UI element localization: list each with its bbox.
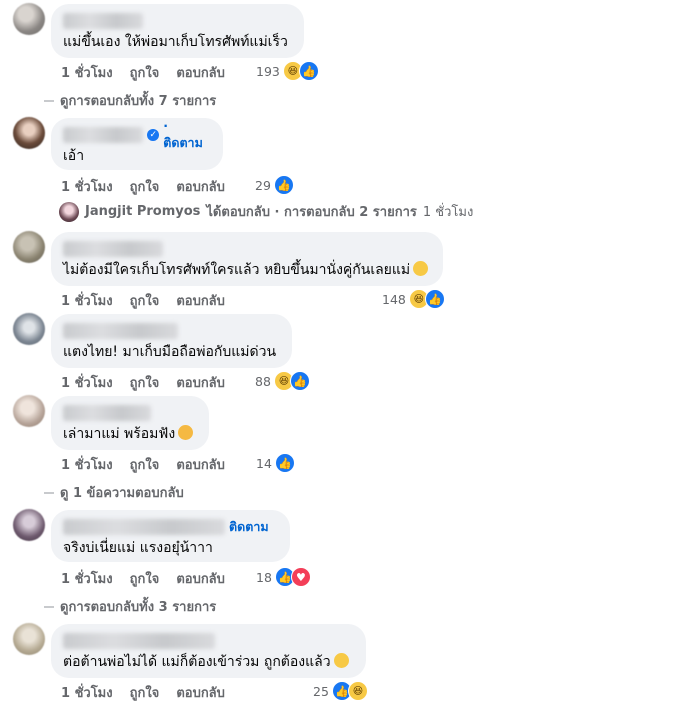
commenter-name[interactable] [63,127,144,143]
reaction-summary[interactable]: 88 😆 👍 [255,371,310,391]
reply-button[interactable]: ตอบกลับ [176,176,225,197]
reply-button[interactable]: ตอบกลับ [176,568,225,589]
commenter-name[interactable] [63,405,151,421]
comment-text: จริงบ่เนี่ยแม่ แรงอยุ๋น้าาา [63,540,213,556]
grinning-emoji-icon [413,261,429,276]
reply-button[interactable]: ตอบกลับ [176,62,225,83]
follow-button[interactable]: ติดตาม [229,517,269,537]
view-replies-label: ดูการตอบกลับทั้ง 3 รายการ [60,600,217,615]
reaction-count: 148 [382,291,406,307]
like-button[interactable]: ถูกใจ [130,290,160,311]
reply-connector [44,605,54,608]
reaction-summary[interactable]: 25 👍 😆 [313,681,368,701]
rofl-emoji-icon [333,653,349,668]
reaction-summary[interactable]: 193 😆 👍 [256,61,319,81]
view-replies-label: ดู 1 ข้อความตอบกลับ [60,486,184,501]
comment-bubble: ✓ · ติดตาม เอ้า [51,118,223,170]
comment-bubble: แตงไทย! มาเก็บมือถือพ่อกับแม่ด่วน [51,314,292,368]
reaction-summary[interactable]: 18 👍 ♥ [256,567,311,587]
reaction-count: 29 [255,177,271,193]
love-icon: ♥ [290,567,311,587]
comment-time[interactable]: 1 ชั่วโมง [61,372,113,393]
view-replies-link[interactable]: ดูการตอบกลับทั้ง 3 รายการ [44,596,216,617]
reply-connector [44,491,54,494]
avatar[interactable] [13,3,45,35]
commenter-name[interactable] [63,13,143,29]
avatar[interactable] [13,117,45,149]
avatar[interactable] [13,509,45,541]
comment-text: ไม่ต้องมีใครเก็บโทรศัพท์ใครแล้ว หยิบขึ้น… [63,262,411,278]
commenter-name[interactable] [63,323,178,339]
reaction-count: 88 [255,373,271,389]
reply-summary-time: 1 ชั่วโมง [422,205,474,220]
avatar[interactable] [13,623,45,655]
like-icon: 👍 [424,289,445,309]
view-replies-link[interactable]: ดู 1 ข้อความตอบกลับ [44,482,184,503]
commenter-name[interactable] [63,241,163,257]
follow-button[interactable]: · ติดตาม [163,118,211,153]
comment-text: แตงไทย! มาเก็บมือถือพ่อกับแม่ด่วน [63,344,277,360]
reply-summary[interactable]: Jangjit Promyos ได้ตอบกลับ · การตอบกลับ … [59,201,473,222]
comment-bubble: ต่อต้านพ่อไม่ได้ แม่ก็ต้องเข้าร่วม ถูกต้… [51,624,366,678]
like-icon: 👍 [274,453,295,473]
avatar[interactable] [13,231,45,263]
reply-button[interactable]: ตอบกลับ [176,454,225,475]
comment-bubble: ไม่ต้องมีใครเก็บโทรศัพท์ใครแล้ว หยิบขึ้น… [51,232,443,286]
comment-time[interactable]: 1 ชั่วโมง [61,62,113,83]
comment-text: ต่อต้านพ่อไม่ได้ แม่ก็ต้องเข้าร่วม ถูกต้… [63,654,331,670]
verified-icon: ✓ [147,129,160,141]
commenter-name[interactable] [63,519,225,535]
reaction-count: 25 [313,683,329,699]
reply-connector [44,99,54,102]
reaction-count: 18 [256,569,272,585]
comment-time[interactable]: 1 ชั่วโมง [61,568,113,589]
avatar[interactable] [13,313,45,345]
like-button[interactable]: ถูกใจ [130,176,160,197]
comment-time[interactable]: 1 ชั่วโมง [61,454,113,475]
like-icon: 👍 [298,61,319,81]
like-button[interactable]: ถูกใจ [130,372,160,393]
view-replies-link[interactable]: ดูการตอบกลับทั้ง 7 รายการ [44,90,216,111]
reaction-count: 14 [256,455,272,471]
replier-name: Jangjit Promyos [85,204,201,219]
comment-text: แม่ขึ้นเอง ให้พ่อมาเก็บโทรศัพท์แม่เร็ว [63,34,288,50]
reply-summary-text: ได้ตอบกลับ · การตอบกลับ 2 รายการ [206,205,417,220]
astonished-emoji-icon [178,425,194,440]
like-icon: 👍 [289,371,310,391]
comment-bubble: เล่ามาแม่ พร้อมฟัง [51,396,209,450]
comment-bubble: แม่ขึ้นเอง ให้พ่อมาเก็บโทรศัพท์แม่เร็ว [51,4,304,58]
commenter-name[interactable] [63,633,215,649]
like-icon: 👍 [273,175,294,195]
comment-bubble: ติดตาม จริงบ่เนี่ยแม่ แรงอยุ๋น้าาา [51,510,290,562]
like-button[interactable]: ถูกใจ [130,454,160,475]
reaction-summary[interactable]: 148 😆 👍 [382,289,445,309]
reaction-summary[interactable]: 14 👍 [256,453,295,473]
replier-avatar [59,201,79,222]
avatar[interactable] [13,395,45,427]
like-button[interactable]: ถูกใจ [130,62,160,83]
reaction-count: 193 [256,63,280,79]
view-replies-label: ดูการตอบกลับทั้ง 7 รายการ [60,94,217,109]
reaction-summary[interactable]: 29 👍 [255,175,294,195]
comment-time[interactable]: 1 ชั่วโมง [61,290,113,311]
comment-time[interactable]: 1 ชั่วโมง [61,176,113,197]
like-button[interactable]: ถูกใจ [130,568,160,589]
haha-icon: 😆 [347,681,368,701]
reply-button[interactable]: ตอบกลับ [176,372,225,393]
reply-button[interactable]: ตอบกลับ [176,290,225,311]
comment-text: เล่ามาแม่ พร้อมฟัง [63,426,176,442]
